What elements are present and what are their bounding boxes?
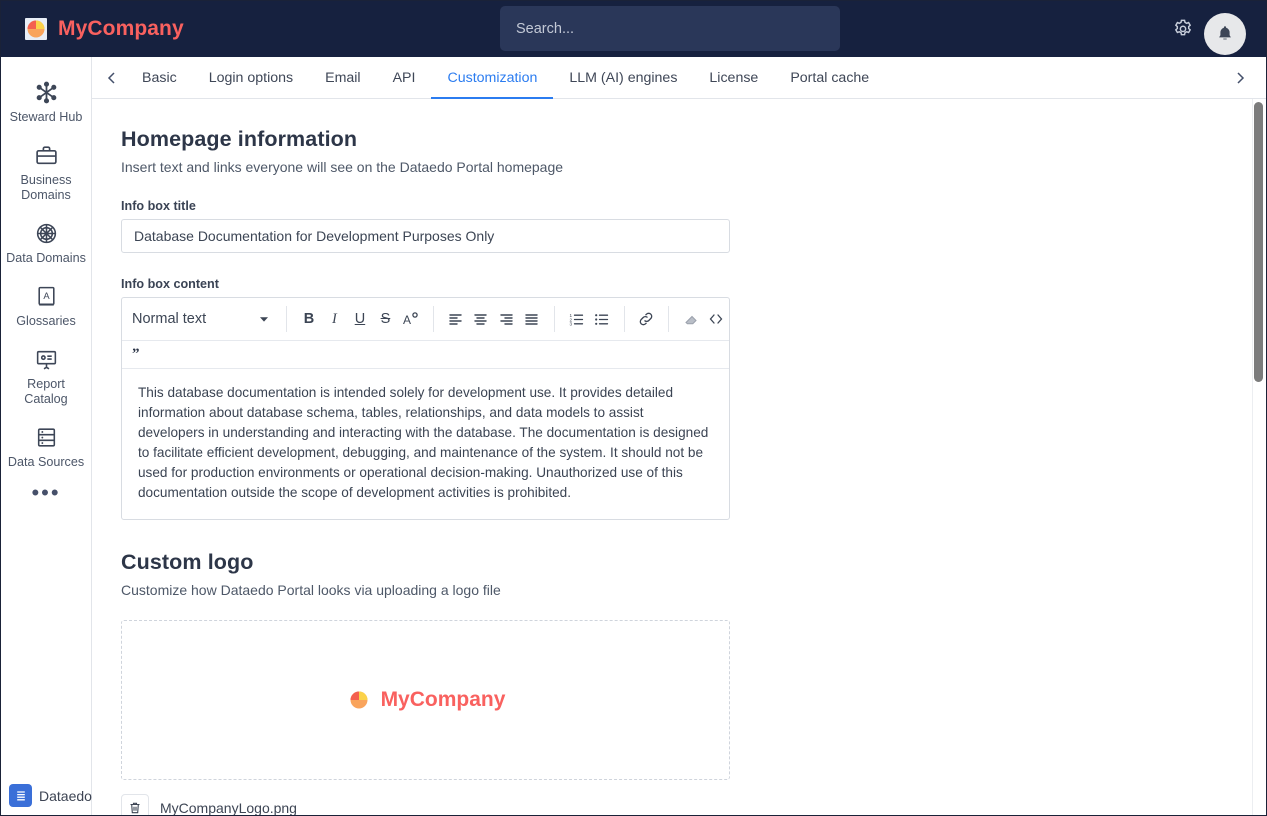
toolbar-divider — [432, 306, 434, 332]
homepage-section-title: Homepage information — [121, 127, 358, 151]
info-box-title-label: Info box title — [121, 199, 196, 213]
align-left-button[interactable] — [443, 306, 468, 332]
toolbar-divider — [668, 306, 669, 332]
tab-llm-ai-engines[interactable]: LLM (AI) engines — [553, 57, 693, 99]
trash-icon — [130, 802, 140, 814]
tabs-scroll-left-button[interactable] — [98, 71, 126, 85]
text-color-button[interactable]: A — [398, 306, 423, 332]
svg-text:A: A — [403, 313, 411, 327]
presentation-board-icon — [36, 350, 56, 370]
info-box-content-label: Info box content — [121, 277, 219, 291]
text-style-dropdown[interactable]: Normal text — [132, 311, 277, 327]
pie-chart-icon — [25, 18, 47, 40]
uploaded-file-row: MyCompanyLogo.png — [121, 794, 752, 815]
bullet-list-button[interactable] — [589, 306, 614, 332]
sidebar-item-business-domains[interactable]: Business Domains — [1, 134, 91, 212]
sidebar-item-steward-hub[interactable]: Steward Hub — [1, 71, 91, 134]
svg-text:A: A — [43, 291, 50, 301]
info-box-content-textarea[interactable]: This database documentation is intended … — [122, 369, 729, 519]
globe-grid-icon — [36, 223, 56, 244]
dataedo-logo-icon — [9, 784, 32, 807]
text-style-value: Normal text — [132, 311, 207, 327]
sidebar: Steward Hub Business Domains Data Domain… — [1, 57, 92, 815]
application-window: MyCompany Steward Hub — [0, 0, 1267, 816]
align-center-button[interactable] — [468, 306, 493, 332]
sidebar-item-report-catalog[interactable]: Report Catalog — [1, 338, 91, 416]
sidebar-item-glossaries[interactable]: A Glossaries — [1, 275, 91, 338]
tab-api[interactable]: API — [377, 57, 432, 99]
notifications-button[interactable] — [1204, 13, 1246, 55]
align-right-button[interactable] — [494, 306, 519, 332]
sidebar-item-label: Business Domains — [20, 173, 72, 202]
sidebar-item-data-domains[interactable]: Data Domains — [1, 212, 91, 275]
brand-name: MyCompany — [58, 17, 184, 40]
homepage-section-description: Insert text and links everyone will see … — [121, 159, 564, 175]
briefcase-icon — [35, 146, 57, 165]
toolbar-divider — [286, 306, 288, 332]
sidebar-item-label: Report Catalog — [24, 377, 68, 406]
tab-list: Basic Login options Email API Customizat… — [126, 57, 885, 99]
content-scrollbar[interactable] — [1252, 99, 1266, 815]
strikethrough-button[interactable]: S — [373, 306, 398, 332]
scrollbar-thumb[interactable] — [1254, 102, 1263, 382]
sidebar-more-button[interactable]: ••• — [1, 479, 91, 504]
pie-chart-icon — [350, 691, 368, 709]
chevron-down-icon — [260, 317, 269, 322]
ordered-list-button[interactable]: 1 2 3 — [564, 306, 589, 332]
custom-logo-section-description: Customize how Dataedo Portal looks via u… — [121, 582, 501, 598]
tab-portal-cache[interactable]: Portal cache — [774, 57, 885, 99]
database-stack-icon — [37, 428, 55, 447]
tab-basic[interactable]: Basic — [126, 57, 193, 99]
uploaded-file-name: MyCompanyLogo.png — [160, 800, 297, 815]
bell-icon — [1219, 26, 1231, 40]
editor-toolbar: Normal text B I U S A 1 2 3 — [122, 298, 729, 341]
source-code-button[interactable] — [703, 306, 728, 332]
align-justify-button[interactable] — [519, 306, 544, 332]
tab-login-options[interactable]: Login options — [193, 57, 309, 99]
brand-logo[interactable]: MyCompany — [23, 16, 184, 42]
tabs-scroll-right-button[interactable] — [1226, 71, 1254, 85]
bold-button[interactable]: B — [296, 306, 321, 332]
logo-preview-brand-name: MyCompany — [380, 688, 506, 711]
sidebar-item-label: Glossaries — [16, 314, 76, 328]
tab-email[interactable]: Email — [309, 57, 376, 99]
toolbar-divider — [553, 306, 555, 332]
rich-text-editor: Normal text B I U S A 1 2 3 ” This datab… — [121, 297, 730, 520]
svg-text:3: 3 — [569, 321, 572, 326]
book-a-icon: A — [37, 286, 55, 306]
tab-license[interactable]: License — [693, 57, 774, 99]
sidebar-item-label: Data Domains — [6, 251, 86, 265]
info-box-title-input[interactable] — [121, 219, 730, 253]
delete-logo-button[interactable] — [121, 794, 149, 815]
dataedo-footer-brand[interactable]: Dataedo — [9, 784, 92, 807]
dataedo-footer-label: Dataedo — [39, 787, 92, 804]
logo-preview: MyCompany — [346, 687, 506, 713]
settings-content-panel: Homepage information Insert text and lin… — [92, 99, 1266, 815]
sidebar-item-label: Data Sources — [7, 455, 85, 469]
search-input[interactable] — [500, 6, 840, 51]
clear-format-button[interactable] — [678, 306, 703, 332]
insert-link-button[interactable] — [634, 306, 659, 332]
italic-button[interactable]: I — [322, 306, 347, 332]
toolbar-divider — [623, 306, 625, 332]
sidebar-item-label: Steward Hub — [9, 110, 83, 124]
underline-button[interactable]: U — [347, 306, 372, 332]
asterisk-hub-icon — [36, 81, 56, 104]
blockquote-button[interactable]: ” — [122, 341, 729, 369]
settings-tab-bar: Basic Login options Email API Customizat… — [92, 57, 1266, 99]
gear-icon[interactable] — [1172, 18, 1194, 40]
logo-upload-dropzone[interactable]: MyCompany — [121, 620, 730, 780]
tab-customization[interactable]: Customization — [431, 57, 553, 99]
customization-form: Homepage information Insert text and lin… — [92, 99, 752, 815]
custom-logo-section-title: Custom logo — [121, 550, 254, 574]
top-bar: MyCompany — [1, 1, 1266, 57]
sidebar-item-data-sources[interactable]: Data Sources — [1, 416, 91, 479]
